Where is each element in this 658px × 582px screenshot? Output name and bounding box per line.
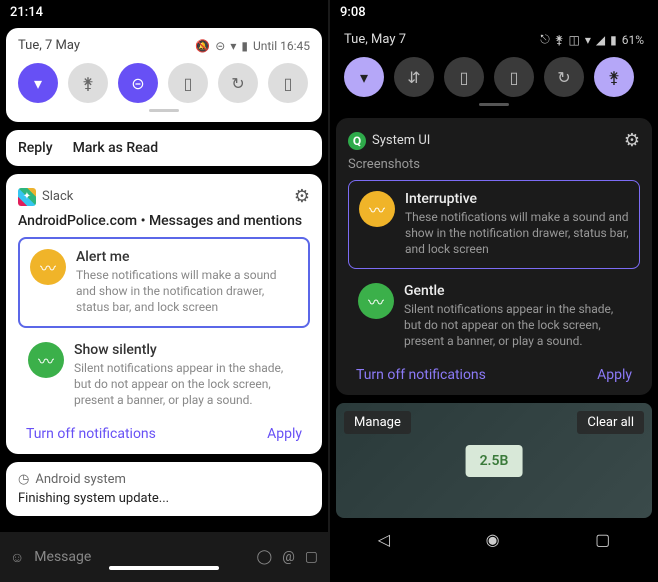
notif-actions-row: Reply Mark as Read <box>6 130 322 166</box>
app-name: Slack <box>42 189 73 204</box>
channel-title: AndroidPolice.com • Messages and mention… <box>18 213 310 229</box>
turn-off-link[interactable]: Turn off notifications <box>26 426 156 442</box>
link-icon: ⎋ <box>540 32 550 47</box>
bluetooth-toggle[interactable]: ⚵ <box>594 57 634 97</box>
emoji-icon: ☺ <box>10 549 24 566</box>
alert-icon: 〰 <box>359 191 395 227</box>
flashlight-toggle[interactable]: ▯ <box>494 57 534 97</box>
gear-icon[interactable]: ⚙ <box>294 186 310 207</box>
silent-icon: 〰 <box>358 283 394 319</box>
battery-text: 61% <box>622 33 644 47</box>
manage-button[interactable]: Manage <box>344 411 411 434</box>
battery-icon: ▮ <box>241 39 248 53</box>
dnd-toggle[interactable]: ⊝ <box>118 63 158 103</box>
app-name: System UI <box>372 133 430 148</box>
quick-toggles: ▾ ⇵ ▯ ▯ ↻ ⚵ <box>344 57 644 97</box>
battery-toggle[interactable]: ▯ <box>268 63 308 103</box>
apply-button[interactable]: Apply <box>267 426 302 442</box>
clock: 9:08 <box>340 5 366 20</box>
dnd-off-icon: 🔕 <box>195 39 210 53</box>
clear-all-button[interactable]: Clear all <box>577 411 644 434</box>
flashlight-toggle[interactable]: ▯ <box>168 63 208 103</box>
option-desc: These notifications will make a sound an… <box>76 267 298 316</box>
apply-button[interactable]: Apply <box>597 367 632 383</box>
status-icons: 🔕 ⊝ ▾ ▮ Until 16:45 <box>195 39 310 53</box>
right-screen: 9:08 Tue, May 7 ⎋ ⚵ ◫ ▾ ◢ ▮ 61% ▾ ⇵ ▯ ▯ … <box>330 0 658 582</box>
vibrate-icon: ◫ <box>569 33 580 47</box>
panel-handle[interactable] <box>149 109 179 112</box>
statusbar-right: 9:08 <box>330 0 658 24</box>
data-toggle[interactable]: ⇵ <box>394 57 434 97</box>
battery-toggle[interactable]: ▯ <box>444 57 484 97</box>
statusbar-left: 21:14 <box>0 0 328 24</box>
wifi-toggle[interactable]: ▾ <box>344 57 384 97</box>
bluetooth-toggle[interactable]: ⚵ <box>68 63 108 103</box>
system-update-notif[interactable]: ◷ Android system Finishing system update… <box>6 462 322 516</box>
reply-action[interactable]: Reply <box>18 140 53 156</box>
channel-title: Screenshots <box>348 157 640 172</box>
gesture-bar[interactable] <box>109 566 219 570</box>
systemui-icon: Q <box>348 132 366 150</box>
alert-icon: 〰 <box>30 249 66 285</box>
slack-notification-settings: ✦ Slack ⚙ AndroidPolice.com • Messages a… <box>6 174 322 454</box>
panel-handle[interactable] <box>479 103 509 106</box>
clock: 21:14 <box>10 5 43 20</box>
wifi-toggle[interactable]: ▾ <box>18 63 58 103</box>
rotate-toggle[interactable]: ↻ <box>218 63 258 103</box>
qs-panel-right: Tue, May 7 ⎋ ⚵ ◫ ▾ ◢ ▮ 61% ▾ ⇵ ▯ ▯ ↻ ⚵ <box>330 24 658 114</box>
option-gentle[interactable]: 〰 Gentle Silent notifications appear in … <box>348 273 640 360</box>
date-text: Tue, 7 May <box>18 38 80 53</box>
option-desc: Silent notifications appear in the shade… <box>74 360 300 409</box>
slack-icon: ✦ <box>18 188 36 206</box>
option-title: Gentle <box>404 283 630 299</box>
bt-icon: ⚵ <box>555 33 564 47</box>
mark-read-action[interactable]: Mark as Read <box>73 140 159 156</box>
camera-icon: ◯ <box>257 549 273 565</box>
rotate-toggle[interactable]: ↻ <box>544 57 584 97</box>
option-desc: These notifications will make a sound an… <box>405 209 629 258</box>
qs-panel-left: Tue, 7 May 🔕 ⊝ ▾ ▮ Until 16:45 ▾ ⚵ ⊝ ▯ ↻… <box>6 28 322 122</box>
recents-card[interactable]: Manage Clear all 2.5B <box>336 403 652 518</box>
compose-hint: Message <box>34 549 91 565</box>
dnd-icon: ⊝ <box>215 39 225 53</box>
signal-icon: ◢ <box>596 33 605 47</box>
thumb-content: 2.5B <box>466 445 523 477</box>
status-icons: ⎋ ⚵ ◫ ▾ ◢ ▮ 61% <box>540 32 644 47</box>
option-alert-me[interactable]: 〰 Alert me These notifications will make… <box>18 237 310 328</box>
navbar: ◁ ◉ ▢ <box>330 522 658 557</box>
android-icon: ◷ <box>18 472 29 487</box>
notif-body: Finishing system update... <box>18 491 310 506</box>
back-button[interactable]: ◁ <box>378 530 390 549</box>
home-button[interactable]: ◉ <box>486 530 500 549</box>
turn-off-link[interactable]: Turn off notifications <box>356 367 486 383</box>
attach-icon: @ <box>282 549 295 565</box>
gear-icon[interactable]: ⚙ <box>624 130 640 151</box>
app-name: Android system <box>35 472 126 487</box>
battery-text: Until 16:45 <box>253 39 310 53</box>
option-title: Show silently <box>74 342 300 358</box>
option-interruptive[interactable]: 〰 Interruptive These notifications will … <box>348 180 640 269</box>
battery-icon: ▮ <box>610 33 617 47</box>
recents-button[interactable]: ▢ <box>595 530 610 549</box>
option-show-silently[interactable]: 〰 Show silently Silent notifications app… <box>18 332 310 419</box>
compose-bar-dimmed: ☺ Message ◯ @ ▢ <box>0 532 328 582</box>
wifi-icon: ▾ <box>230 39 236 53</box>
wifi-icon: ▾ <box>585 33 591 47</box>
quick-toggles: ▾ ⚵ ⊝ ▯ ↻ ▯ <box>18 63 310 103</box>
systemui-notification-settings: Q System UI ⚙ Screenshots 〰 Interruptive… <box>336 118 652 395</box>
option-title: Interruptive <box>405 191 629 207</box>
date-text: Tue, May 7 <box>344 32 406 47</box>
option-desc: Silent notifications appear in the shade… <box>404 301 630 350</box>
silent-icon: 〰 <box>28 342 64 378</box>
option-title: Alert me <box>76 249 298 265</box>
left-screen: 21:14 Tue, 7 May 🔕 ⊝ ▾ ▮ Until 16:45 ▾ ⚵… <box>0 0 328 582</box>
send-icon: ▢ <box>305 549 318 565</box>
